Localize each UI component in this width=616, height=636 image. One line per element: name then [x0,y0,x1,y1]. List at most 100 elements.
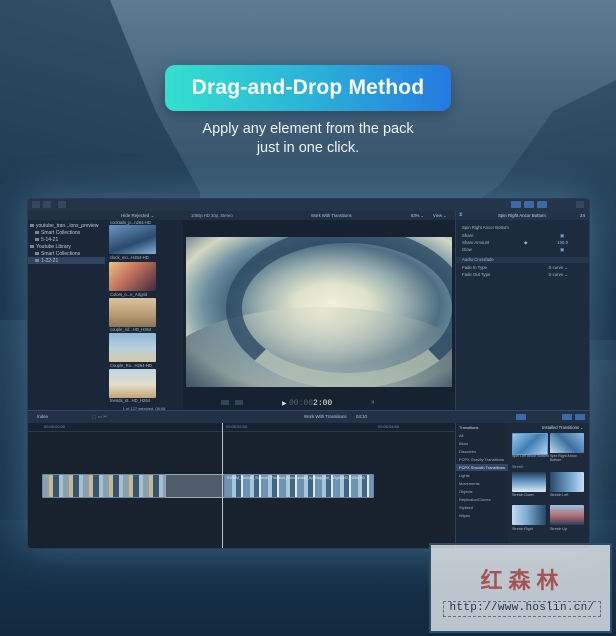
category-item[interactable]: Lights [456,472,509,479]
watermark: 红森林 http://www.hoslin.cn/ [429,543,612,633]
category-item[interactable]: Movements [456,480,509,487]
installed-select[interactable]: Installed Transitions ⌄ [542,425,584,430]
inspector: ⧗ Spin Right Ancor Bottom 24 Spin Right … [455,211,589,410]
inspector-row-glow: Glow ▣ [462,247,564,253]
clip-label: friends_st...HD_H264 [110,398,151,403]
fade-in-select[interactable]: S-curve ⌄ [548,265,568,271]
timeline-clip[interactable]: RWMM_Woman_Summer_Freedom_Mountaintop_by… [224,474,374,498]
fade-in-row: Fade In Type S-curve ⌄ [462,265,568,271]
clip-thumbnail[interactable] [109,262,156,291]
fade-out-row: Fade Out Type S-curve ⌄ [462,272,568,278]
category-item[interactable]: Dissolves [456,448,509,455]
transition-label: Stretch Left [550,493,569,497]
zoom-select[interactable]: 83% ⌄ [411,213,424,218]
banner-subtitle: Apply any element from the pack just in … [150,120,466,158]
timeline-toggle[interactable] [524,201,534,208]
timeline-ruler: 00:00:00:00 00:00:02:00 00:00:04:00 [28,423,455,432]
category-item[interactable]: FCPX Gravity Transitions [456,456,509,463]
category-item[interactable]: All [456,432,509,439]
viewer-project: Work With Transitions [311,213,352,218]
library-item[interactable]: Smart Collections [28,229,112,236]
transition-thumbnail[interactable] [512,433,548,455]
transition-label: Spin Left Ancor Bottom [512,454,549,458]
transitions-grid: Installed Transitions ⌄ Spin Left Ancor … [508,423,589,548]
clip-thumbnail[interactable] [109,333,156,362]
group-label: Stretch [512,465,524,469]
effects-browser-icon[interactable] [562,414,572,420]
clip-name: RWMM_Woman_Summer_Freedom_Mountaintop_by… [227,476,366,480]
category-item[interactable]: Replicator/Clones [456,496,509,503]
category-item[interactable]: Stylized [456,504,509,511]
category-item[interactable]: Wipes [456,512,509,519]
inspector-row-amount: Share Amount ◆ 100.0 [462,240,568,246]
viewer-controls: ▶ 00:002:00 ⏸ [183,397,455,410]
frame-swirl-upper [226,237,452,387]
timeline-project: Work With Transitions [304,414,347,419]
category-item[interactable]: Objects [456,488,509,495]
category-item[interactable]: Blurs [456,440,509,447]
keyword-button[interactable] [58,201,66,208]
library-item[interactable]: 5-14-21 [28,236,112,243]
transition-clip[interactable] [165,474,225,498]
viewer-format: 1080p HD 30p, Stereo [191,213,233,218]
clip-thumbnail[interactable] [109,298,156,327]
inspector-title: Spin Right Ancor Bottom [498,213,546,218]
enhance-icon[interactable] [235,400,243,405]
audio-meter-icon[interactable] [516,414,526,420]
clip-label: couple_rid...HD_H264 [110,327,152,332]
inspector-section-title: Spin Right Ancor Bottom [462,225,509,230]
ruler-tick: 00:00:00:00 [44,424,66,429]
transition-thumbnail[interactable] [512,472,546,492]
fade-out-select[interactable]: S-curve ⌄ [548,272,568,278]
viewer-options-icon[interactable] [221,400,229,405]
inspector-duration: 24 [580,213,585,218]
audio-crossfade-section: Audio Crossfade [456,257,589,263]
share-amount-value[interactable]: 100.0 [557,240,568,245]
browser-toggle[interactable] [511,201,521,208]
clip-thumbnail[interactable] [109,369,156,398]
playhead[interactable] [222,423,223,548]
clip-thumbnail[interactable] [109,225,156,254]
transition-label: Stretch Up [550,527,567,531]
play-icon[interactable]: ▶ [282,400,287,407]
category-item-selected[interactable]: FCPX Smooth Transitions [456,464,509,471]
share-checkbox[interactable]: ▣ [560,233,564,239]
glow-checkbox[interactable]: ▣ [560,247,564,253]
timeline: 00:00:00:00 00:00:02:00 00:00:04:00 RWMM… [28,423,455,548]
library-icon [30,245,34,248]
event-icon [35,238,39,241]
library-item-selected[interactable]: 1-22-21 [28,257,112,264]
transition-thumbnail[interactable] [512,505,546,525]
inspector-toggle[interactable] [537,201,547,208]
view-menu[interactable]: View ⌄ [433,213,447,218]
transition-label: Stretch Down [512,493,534,497]
watermark-text: 红森林 [480,569,565,594]
library-item[interactable]: youtube_tran...ions_preview [28,222,107,229]
import-button[interactable] [43,201,51,208]
transition-thumbnail[interactable] [550,505,584,525]
inspector-header: ⧗ Spin Right Ancor Bottom 24 [456,211,589,220]
banner-title: Drag-and-Drop Method [165,65,451,111]
clip-browser: cocktails_p...n264-HD clock_mo...H264-HD… [105,220,184,411]
timeline-clip[interactable] [42,474,166,498]
filter-select[interactable]: Hide Rejected ⌄ [121,213,154,219]
folder-icon [35,231,39,234]
library-item[interactable]: Youtube Library [28,243,107,250]
fullscreen-icon[interactable]: ⏸ [371,399,375,407]
ruler-tick: 00:00:04:00 [378,424,400,429]
transition-thumbnail[interactable] [550,472,584,492]
transitions-browser-icon[interactable] [575,414,585,420]
library-item[interactable]: Smart Collections [28,250,112,257]
slider-handle-icon[interactable]: ◆ [524,240,527,246]
transition-thumbnail[interactable] [550,433,584,453]
library-button[interactable] [32,201,40,208]
event-icon [35,259,39,262]
viewer-frame [186,237,452,387]
append-icon[interactable]: ⬚ ▭ ✂ [92,414,107,420]
share-button[interactable] [576,201,584,208]
index-button[interactable]: Index [37,414,48,419]
folder-icon [35,252,39,255]
fcpx-window: Hide Rejected ⌄ 1080p HD 30p, Stereo Wor… [27,198,590,549]
timeline-duration: 04:10 [356,414,367,419]
transition-categories: Transitions All Blurs Dissolves FCPX Gra… [455,423,509,548]
